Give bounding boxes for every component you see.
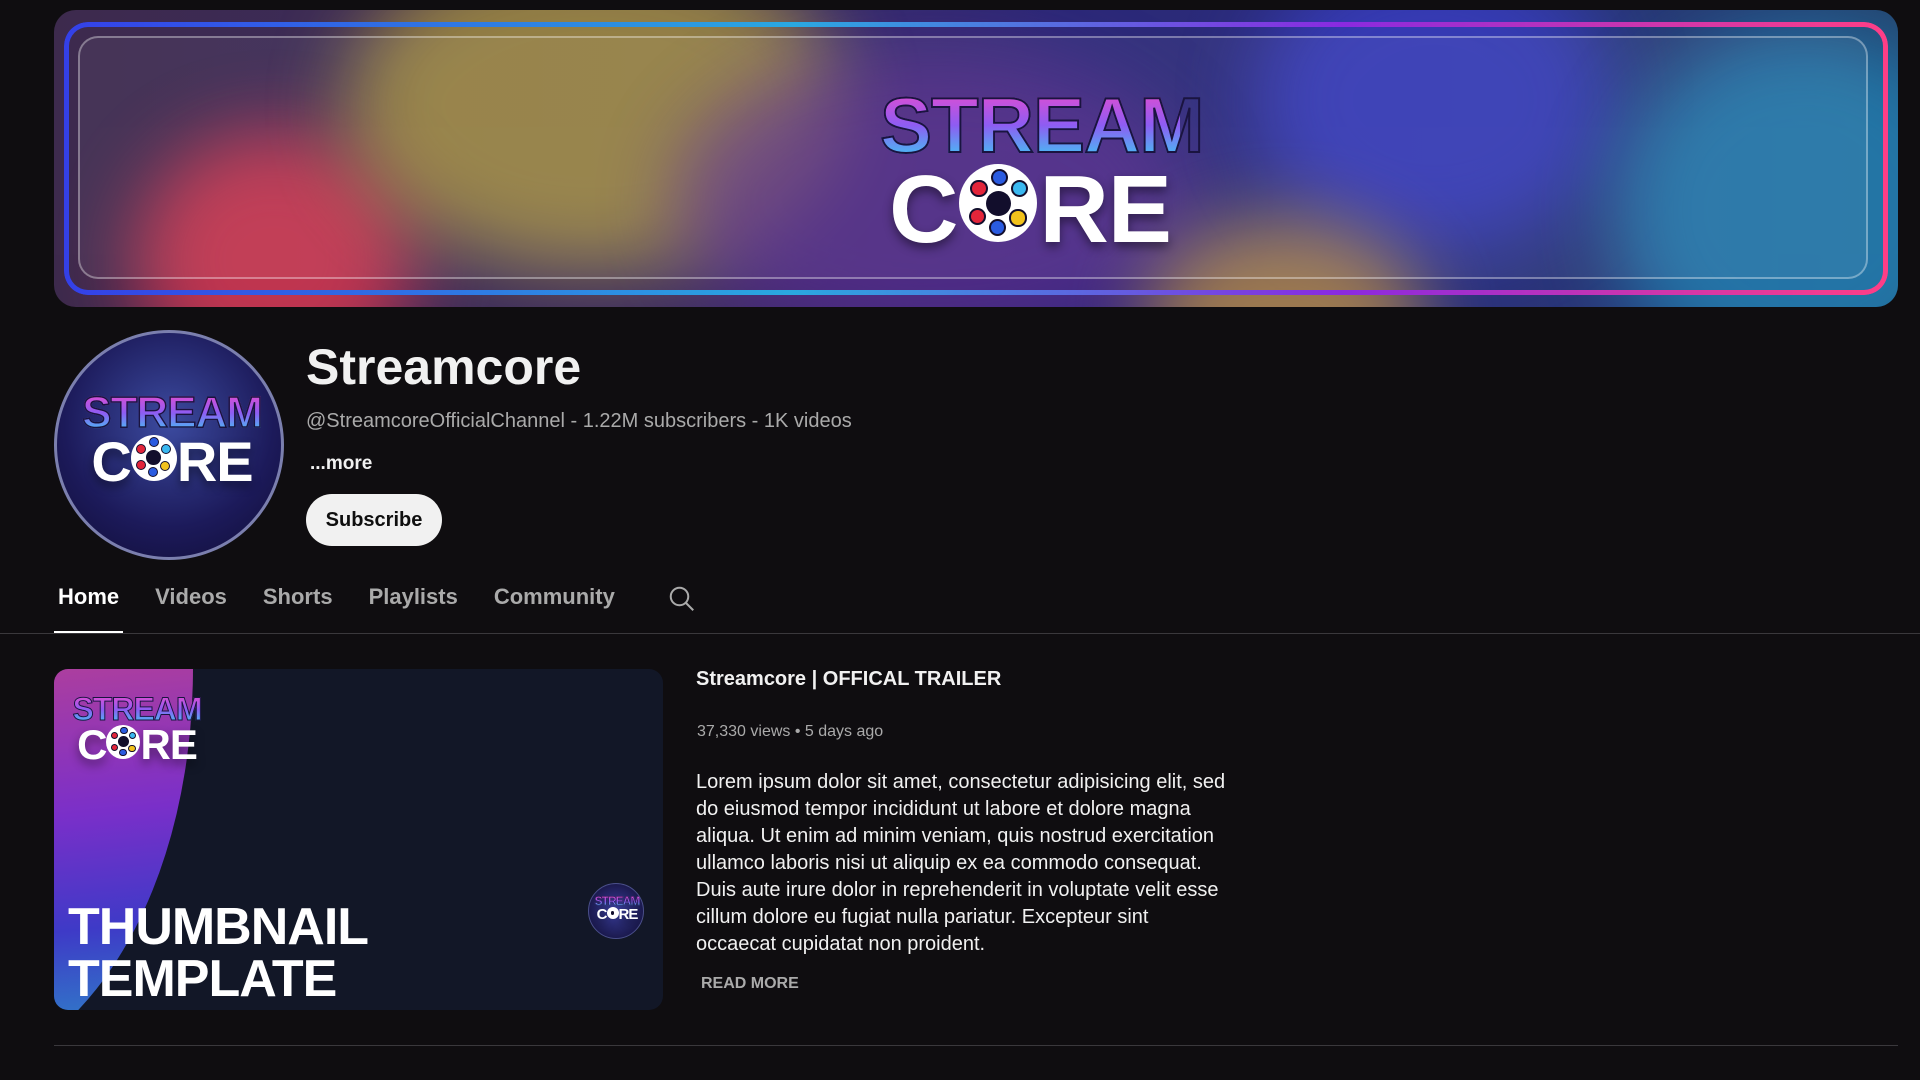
avatar-logo-core: C RE [91,429,253,493]
channel-tabs: Home Videos Shorts Playlists Community [54,578,697,634]
channel-page: STREAM C RE STREAM C RE Streamcore @Stream… [0,0,1920,1080]
featured-video-thumbnail[interactable]: STREAM C RE THUMBNAIL TEMPLATE STREAM C RE [54,669,663,1010]
more-link[interactable]: ...more [310,453,372,475]
tabs-divider [0,633,1920,634]
search-icon[interactable] [667,584,697,614]
film-reel-icon [959,164,1038,243]
featured-video-meta: 37,330 views • 5 days ago [697,723,884,740]
avatar-logo-stream: STREAM [67,390,277,435]
subscribe-button[interactable]: Subscribe [306,494,442,546]
tab-shorts[interactable]: Shorts [259,578,337,634]
banner-logo-stream: STREAM [879,81,1205,169]
badge-logo: STREAM C RE [594,894,640,923]
banner-logo-core: C RE [889,156,1172,264]
film-reel-icon [130,434,177,481]
tab-videos[interactable]: Videos [151,578,231,634]
featured-video-description: Lorem ipsum dolor sit amet, consectetur … [696,771,1226,955]
tab-community[interactable]: Community [490,578,619,634]
avatar-logo: STREAM C RE [67,390,277,493]
film-reel-icon [106,724,141,759]
thumbnail-logo-core: C RE [77,720,198,768]
thumbnail-logo: STREAM C RE [66,693,208,768]
banner-logo: STREAM C RE [879,81,1205,264]
thumbnail-title: THUMBNAIL TEMPLATE [68,898,369,1008]
tab-home[interactable]: Home [54,578,124,634]
featured-video-title[interactable]: Streamcore | OFFICAL TRAILER [696,668,1001,691]
tab-playlists[interactable]: Playlists [365,578,462,634]
film-reel-icon [606,906,619,919]
channel-banner: STREAM C RE [54,10,1898,307]
read-more-link[interactable]: READ MORE [701,975,799,993]
section-divider [54,1045,1898,1046]
channel-avatar[interactable]: STREAM C RE [54,330,284,560]
thumbnail-logo-stream: STREAM [66,693,208,726]
channel-name: Streamcore [306,339,582,395]
thumbnail-channel-badge: STREAM C RE [588,883,644,939]
channel-meta: @StreamcoreOfficialChannel - 1.22M subsc… [306,410,852,432]
